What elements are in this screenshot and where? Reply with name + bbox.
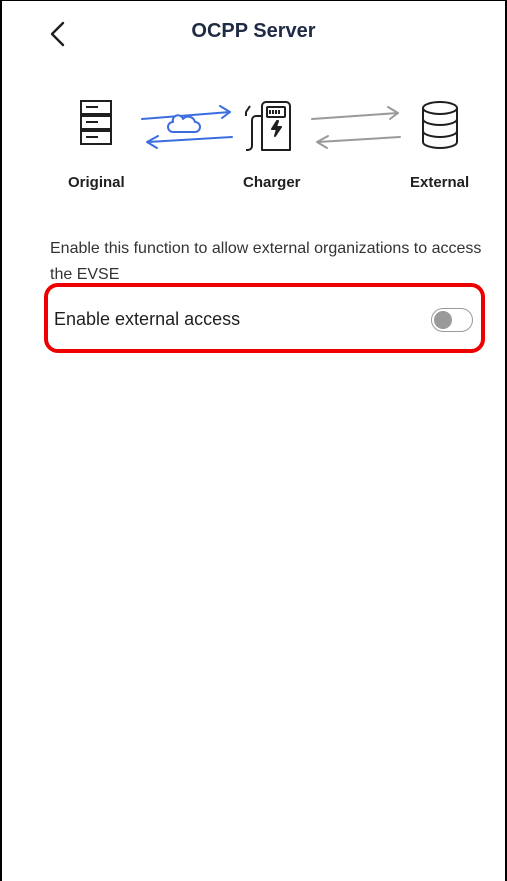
node-label-original: Original [68,174,125,191]
charger-icon [245,101,291,151]
external-access-row: Enable external access [44,283,485,353]
database-icon [422,101,458,149]
node-label-external: External [410,174,470,191]
page-title: OCPP Server [191,20,316,42]
external-access-label: Enable external access [54,309,241,329]
feature-description: Enable this function to allow external o… [50,240,482,280]
external-access-toggle[interactable] [431,308,473,332]
node-label-charger: Charger [243,174,301,191]
cloud-sync-arrows-icon [141,105,233,149]
server-icon [80,100,112,145]
toggle-knob [434,311,452,329]
sync-arrows-icon [311,106,401,149]
top-bar: OCPP Server [0,0,507,66]
connection-diagram: Original Charger External [0,92,507,212]
